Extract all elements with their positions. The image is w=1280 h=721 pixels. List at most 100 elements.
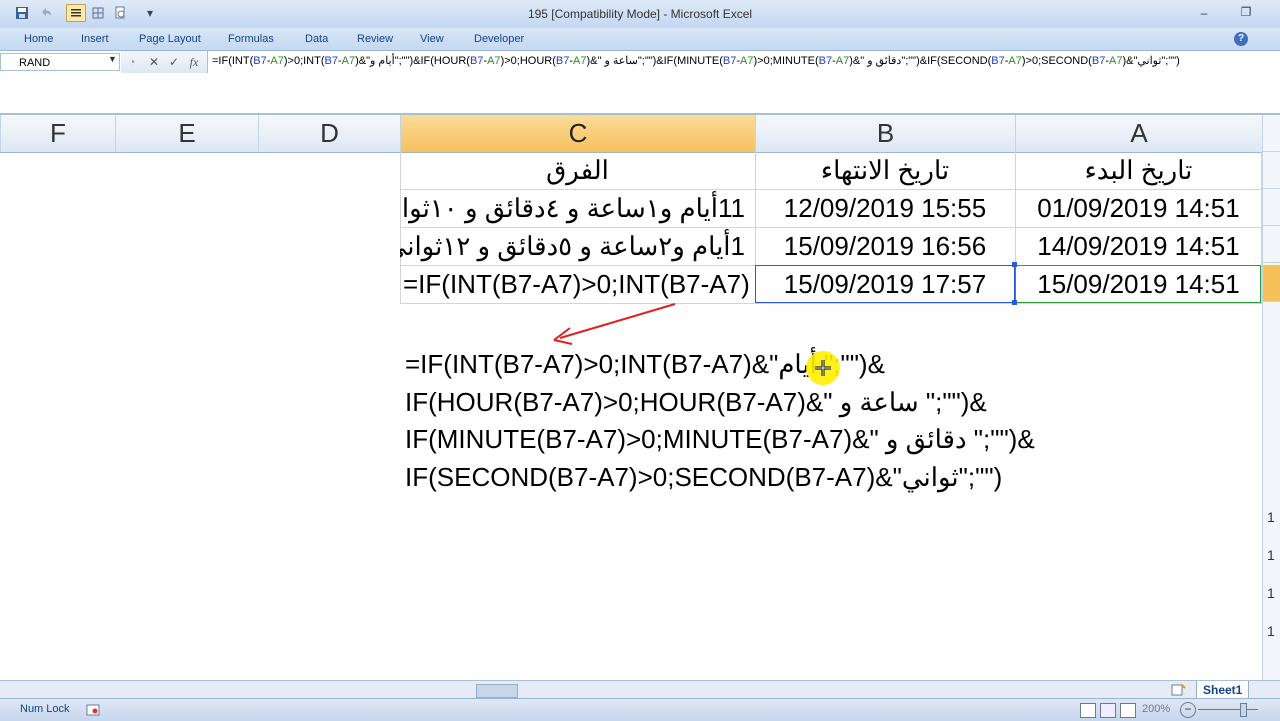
title-bar: 195 [Compatibility Mode] - Microsoft Exc… [0, 0, 1280, 28]
formula-segment: A7 [1008, 55, 1022, 67]
restore-button[interactable]: ❐ [1238, 5, 1254, 19]
row-number-fragment: 1 [1267, 509, 1275, 525]
formula-segment: )&"أيام و";"")&IF(HOUR( [355, 55, 470, 67]
formula-segment: B7 [818, 55, 833, 67]
cell-b-header[interactable]: تاريخ الانتهاء [755, 152, 1015, 189]
window-title: 195 [Compatibility Mode] - Microsoft Exc… [527, 7, 753, 21]
formula-segment: A7 [487, 55, 501, 67]
tab-view[interactable]: View [420, 28, 444, 50]
page-layout-view-icon[interactable] [1100, 703, 1116, 718]
row-number-fragment: 1 [1267, 585, 1275, 601]
cell-b-row1[interactable]: 12/09/2019 15:55 [755, 190, 1015, 227]
insert-function-button[interactable]: fx [185, 53, 203, 71]
right-edge-strip: 1 1 1 1 [1262, 115, 1280, 680]
cell-a-row2[interactable]: 14/09/2019 14:51 [1015, 228, 1262, 265]
row-number-fragment: 1 [1267, 547, 1275, 563]
formula-segment: )&" دقائق و";"")&IF(SECOND( [849, 55, 992, 67]
formula-segment: B7 [722, 55, 737, 67]
format-icon[interactable] [66, 4, 86, 22]
cursor-icon [815, 360, 831, 376]
status-bar: Num Lock 200% − [0, 698, 1280, 721]
formula-line-2: IF(HOUR(B7-A7)>0;HOUR(B7-A7)&" ساعة و ";… [405, 387, 987, 417]
name-box-dropdown-icon[interactable]: ▼ [108, 54, 117, 64]
zoom-slider-thumb[interactable] [1240, 703, 1247, 717]
name-box[interactable]: RAND [0, 53, 120, 71]
formula-segment: B7 [469, 55, 484, 67]
row-header[interactable] [1263, 189, 1280, 226]
num-lock-indicator: Num Lock [20, 703, 70, 715]
sheet-tab-bar: Sheet1 [0, 680, 1280, 700]
formula-segment: )&"ثواني";"") [1122, 55, 1180, 67]
formula-segment: )>0;SECOND( [1021, 55, 1092, 67]
formula-line-4: IF(SECOND(B7-A7)>0;SECOND(B7-A7)&"ثواني"… [405, 462, 1003, 492]
column-header-f[interactable]: F [0, 115, 115, 152]
minimize-button[interactable]: – [1196, 6, 1212, 20]
tab-page-layout[interactable]: Page Layout [139, 28, 201, 50]
cell-a-header[interactable]: تاريخ البدء [1015, 152, 1262, 189]
tab-home[interactable]: Home [24, 28, 53, 50]
tab-data[interactable]: Data [305, 28, 328, 50]
formula-segment: B7 [253, 55, 267, 67]
cancel-button[interactable]: ✕ [145, 53, 163, 71]
formula-segment: =IF(INT( [212, 55, 254, 67]
cell-c-header[interactable]: الفرق [400, 152, 755, 189]
formula-buttons: ◔ ✕ ✓ fx [121, 51, 208, 73]
formula-segment: )>0;INT( [283, 55, 325, 67]
macro-record-icon[interactable] [86, 703, 100, 716]
undo-icon[interactable] [36, 4, 56, 22]
row-header[interactable] [1263, 226, 1280, 263]
cell-b-row3[interactable]: 15/09/2019 17:57 [755, 266, 1015, 303]
zoom-level: 200% [1142, 703, 1171, 715]
column-header-d[interactable]: D [258, 115, 400, 152]
column-header-c[interactable]: C [400, 115, 755, 152]
ribbon-tabs: Home Insert Page Layout Formulas Data Re… [0, 28, 1280, 51]
insert-sheet-icon[interactable] [1170, 683, 1186, 697]
column-headers: F E D C B A [0, 115, 1262, 153]
formula-segment: B7 [555, 55, 570, 67]
help-icon[interactable]: ? [1234, 32, 1248, 46]
zoom-slider[interactable] [1198, 709, 1258, 710]
enter-button[interactable]: ✓ [165, 53, 183, 71]
red-arrow-annotation [553, 303, 676, 345]
formula-line-3: IF(MINUTE(B7-A7)>0;MINUTE(B7-A7)&" دقائق… [405, 424, 1035, 454]
grid-line [400, 303, 1262, 304]
tab-insert[interactable]: Insert [81, 28, 109, 50]
page-break-view-icon[interactable] [1120, 703, 1136, 718]
cell-b-row2[interactable]: 15/09/2019 16:56 [755, 228, 1015, 265]
table-icon[interactable] [88, 4, 108, 22]
column-header-e[interactable]: E [115, 115, 258, 152]
zoom-out-button[interactable]: − [1180, 702, 1196, 718]
save-icon[interactable] [12, 4, 32, 22]
tab-review[interactable]: Review [357, 28, 393, 50]
print-preview-icon[interactable] [110, 4, 130, 22]
formula-segment: )>0;MINUTE( [753, 55, 819, 67]
formula-bar: RAND ▼ ◔ ✕ ✓ fx =IF(INT(B7-A7)>0;INT(B7-… [0, 51, 1280, 115]
formula-input[interactable]: =IF(INT(B7-A7)>0;INT(B7-A7)&"أيام و";"")… [212, 54, 1272, 68]
expand-icon[interactable]: ◔ [123, 53, 141, 71]
horizontal-scrollbar-thumb[interactable] [476, 684, 518, 698]
qat-customize-button[interactable]: ▾ [140, 4, 160, 22]
formula-segment: )>0;HOUR( [500, 55, 556, 67]
row-header[interactable] [1263, 152, 1280, 189]
selection-handle[interactable] [1012, 262, 1017, 267]
tab-formulas[interactable]: Formulas [228, 28, 274, 50]
column-header-a[interactable]: A [1015, 115, 1262, 152]
formula-segment: B7 [991, 55, 1005, 67]
formula-segment: A7 [1109, 55, 1123, 67]
cell-a-row3[interactable]: 15/09/2019 14:51 [1015, 266, 1262, 303]
row-header[interactable] [1263, 115, 1280, 152]
formula-segment: A7 [573, 55, 587, 67]
formula-segment: B7 [1091, 55, 1106, 67]
formula-segment: B7 [324, 55, 338, 67]
formula-segment: A7 [270, 55, 284, 67]
tab-developer[interactable]: Developer [474, 28, 524, 50]
column-header-b[interactable]: B [755, 115, 1015, 152]
row-header-selected[interactable] [1263, 265, 1280, 302]
formula-segment: A7 [341, 55, 356, 67]
formula-segment: )&" ساعة و";"")&IF(MINUTE( [586, 55, 723, 67]
selection-handle[interactable] [1012, 300, 1017, 305]
cell-c-row2[interactable]: 1أيام و٢ساعة و ٥دقائق و ١٢ثواني [400, 228, 755, 265]
cell-c-row1[interactable]: 11أيام و١ساعة و ٤دقائق و ١٠ثواني [400, 190, 755, 227]
normal-view-icon[interactable] [1080, 703, 1096, 718]
cell-a-row1[interactable]: 01/09/2019 14:51 [1015, 190, 1262, 227]
